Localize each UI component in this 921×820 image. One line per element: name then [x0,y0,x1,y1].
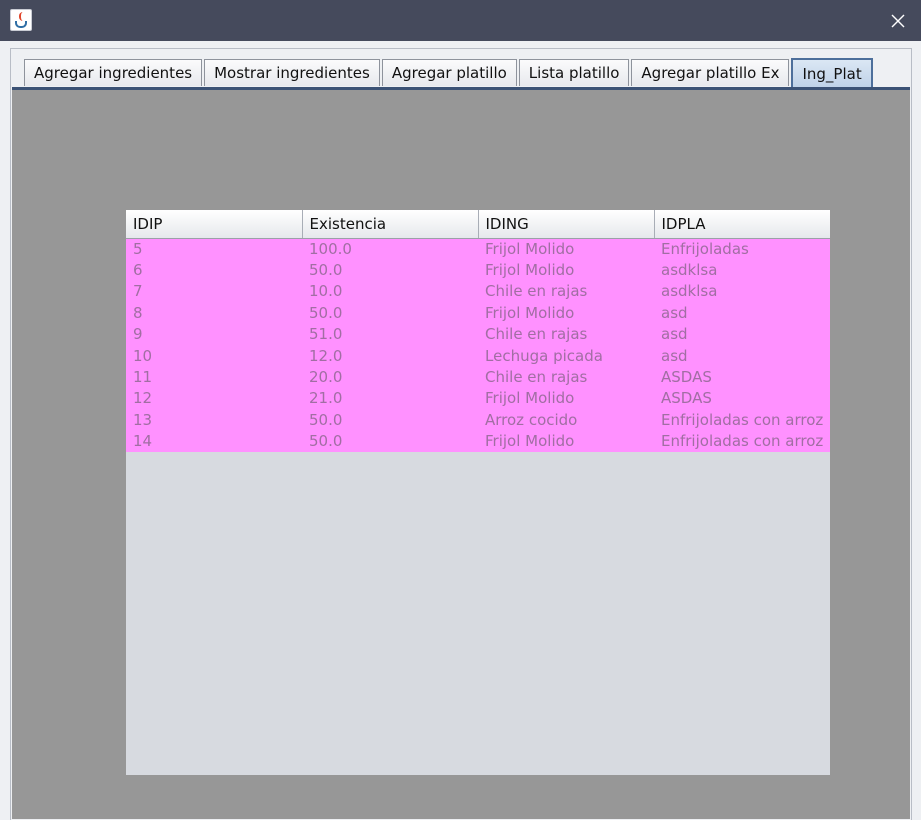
table-row[interactable]: 13 50.0 Arroz cocido Enfrijoladas con ar… [126,409,830,432]
cell-iding[interactable]: Frijol Molido [478,238,654,260]
ing-plat-table[interactable]: IDIP Existencia IDING IDPLA 5 100.0 Frij… [126,210,830,775]
cell-existencia[interactable]: 21.0 [302,388,478,409]
tab-ing-plat[interactable]: Ing_Plat [791,58,873,87]
cell-idpla[interactable]: ASDAS [654,388,830,409]
tab-mostrar-ingredientes[interactable]: Mostrar ingredientes [204,59,380,86]
cell-existencia[interactable]: 50.0 [302,303,478,324]
cell-iding[interactable]: Lechuga picada [478,345,654,366]
cell-existencia[interactable]: 12.0 [302,345,478,366]
cell-idpla[interactable]: asdklsa [654,281,830,302]
cell-idpla[interactable]: Enfrijoladas con arroz [654,431,830,452]
table-header-row: IDIP Existencia IDING IDPLA [126,210,830,239]
cell-existencia[interactable]: 51.0 [302,324,478,345]
column-header-idip[interactable]: IDIP [126,210,303,239]
tab-agregar-ingredientes[interactable]: Agregar ingredientes [24,59,203,86]
table-row[interactable]: 9 51.0 Chile en rajas asd [126,324,830,346]
cell-idip[interactable]: 13 [126,410,302,431]
table-row[interactable]: 8 50.0 Frijol Molido asd [126,302,830,325]
cell-idpla[interactable]: asdklsa [654,260,830,281]
cell-existencia[interactable]: 50.0 [302,260,478,281]
cell-iding[interactable]: Frijol Molido [478,431,654,452]
table-row[interactable]: 7 10.0 Chile en rajas asdklsa [126,281,830,303]
close-icon [891,14,905,27]
cell-existencia[interactable]: 10.0 [302,281,478,302]
cell-idip[interactable]: 14 [126,431,302,452]
cell-iding[interactable]: Arroz cocido [478,410,654,431]
java-cup-icon [10,9,32,31]
table-row[interactable]: 10 12.0 Lechuga picada asd [126,345,830,367]
cell-idip[interactable]: 11 [126,367,302,388]
column-header-existencia[interactable]: Existencia [302,210,479,239]
table-row[interactable]: 5 100.0 Frijol Molido Enfrijoladas [126,238,830,260]
tab-agregar-platillo[interactable]: Agregar platillo [381,59,517,86]
cell-idip[interactable]: 8 [126,303,302,324]
cell-iding[interactable]: Chile en rajas [478,367,654,388]
cell-iding[interactable]: Frijol Molido [478,388,654,409]
cell-iding[interactable]: Chile en rajas [478,324,654,345]
cell-idpla[interactable]: asd [654,303,830,324]
cell-existencia[interactable]: 50.0 [302,431,478,452]
cell-iding[interactable]: Chile en rajas [478,281,654,302]
table-row[interactable]: 11 20.0 Chile en rajas ASDAS [126,366,830,389]
close-button[interactable] [875,0,921,41]
tab-strip: Agregar ingredientes Mostrar ingrediente… [24,58,875,87]
cell-idip[interactable]: 12 [126,388,302,409]
cell-existencia[interactable]: 20.0 [302,367,478,388]
cell-idip[interactable]: 9 [126,324,302,345]
table-row[interactable]: 14 50.0 Frijol Molido Enfrijoladas con a… [126,431,830,453]
table-row[interactable]: 6 50.0 Frijol Molido asdklsa [126,259,830,282]
cell-existencia[interactable]: 100.0 [302,238,478,260]
cell-idip[interactable]: 6 [126,260,302,281]
cell-iding[interactable]: Frijol Molido [478,303,654,324]
cell-idpla[interactable]: Enfrijoladas [654,238,830,260]
cell-idip[interactable]: 5 [126,238,302,260]
cell-existencia[interactable]: 50.0 [302,410,478,431]
cell-idpla[interactable]: ASDAS [654,367,830,388]
column-header-idpla[interactable]: IDPLA [654,210,830,239]
title-bar [0,0,921,41]
cell-idpla[interactable]: asd [654,345,830,366]
tab-lista-platillo[interactable]: Lista platillo [518,59,630,86]
cell-iding[interactable]: Frijol Molido [478,260,654,281]
cell-idpla[interactable]: asd [654,324,830,345]
cell-idpla[interactable]: Enfrijoladas con arroz [654,410,830,431]
column-header-iding[interactable]: IDING [478,210,655,239]
tab-agregar-platillo-ex[interactable]: Agregar platillo Ex [631,59,790,86]
table-row[interactable]: 12 21.0 Frijol Molido ASDAS [126,388,830,410]
cell-idip[interactable]: 10 [126,345,302,366]
cell-idip[interactable]: 7 [126,281,302,302]
